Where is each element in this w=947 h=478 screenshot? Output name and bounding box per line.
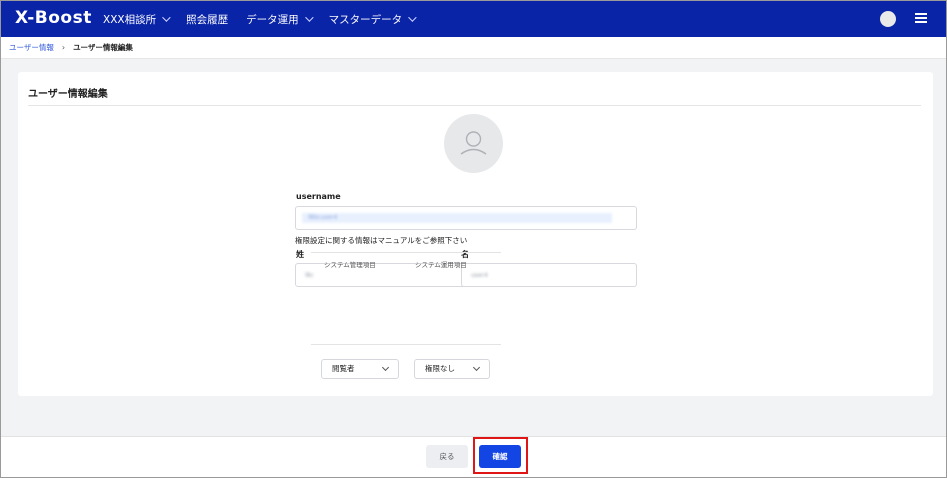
edit-user-card: ユーザー情報編集 username l8bcuser4 姓 l8c 名 user… [18, 72, 933, 396]
system-ops-role-value: 権限なし [425, 364, 455, 373]
chevron-down-icon [381, 363, 390, 372]
username-value: l8bcuser4 [302, 213, 612, 223]
form-footer: 戻る 確認 [1, 436, 946, 477]
top-navigation-bar: X-Boost XXX相談所 照会履歴 データ運用 マスターデータ [1, 1, 946, 37]
divider [28, 105, 921, 106]
nav-item-data-operations[interactable]: データ運用 [246, 12, 314, 27]
nav-item-consultation-office[interactable]: XXX相談所 [103, 12, 171, 27]
nav-item-master-data[interactable]: マスターデータ [328, 12, 417, 27]
divider [311, 344, 501, 345]
app-logo[interactable]: X-Boost [15, 8, 92, 28]
nav-label: XXX相談所 [103, 13, 157, 26]
username-field[interactable]: l8bcuser4 [295, 206, 637, 230]
chevron-down-icon [472, 363, 481, 372]
last-name-value: l8c [305, 272, 314, 279]
nav-label: 照会履歴 [186, 13, 229, 26]
chevron-right-icon: › [61, 43, 66, 52]
divider [311, 252, 501, 253]
username-label: username [296, 192, 341, 201]
nav-label: データ運用 [246, 13, 299, 26]
back-button[interactable]: 戻る [426, 445, 468, 468]
breadcrumb-current: ユーザー情報編集 [73, 43, 133, 52]
hamburger-menu-icon[interactable] [915, 13, 927, 23]
avatar[interactable] [444, 114, 503, 173]
system-admin-role-select[interactable]: 閲覧者 [321, 359, 399, 379]
user-avatar-icon[interactable] [880, 11, 896, 27]
app-frame: X-Boost XXX相談所 照会履歴 データ運用 マスターデータ ユーザー情報 [0, 0, 947, 478]
first-name-value: user4 [471, 272, 488, 279]
breadcrumb-user-info-link[interactable]: ユーザー情報 [9, 42, 54, 53]
system-ops-role-select[interactable]: 権限なし [414, 359, 490, 379]
confirm-button[interactable]: 確認 [479, 445, 521, 468]
column-header-system-ops: システム運用項目 [415, 261, 467, 269]
nav-item-inquiry-history[interactable]: 照会履歴 [186, 12, 228, 27]
user-silhouette-icon [460, 131, 487, 155]
column-header-system-admin: システム管理項目 [324, 261, 376, 269]
breadcrumb: ユーザー情報 › ユーザー情報編集 [1, 37, 946, 59]
chevron-down-icon [304, 13, 314, 22]
system-admin-role-value: 閲覧者 [332, 364, 355, 373]
page-title: ユーザー情報編集 [28, 89, 108, 100]
chevron-down-icon [162, 13, 171, 22]
first-name-field[interactable]: user4 [461, 263, 637, 287]
nav-label: マスターデータ [328, 13, 403, 26]
last-name-label: 姓 [296, 250, 304, 259]
permissions-note: 権限設定に関する情報はマニュアルをご参照下さい [295, 236, 468, 245]
main-nav: XXX相談所 照会履歴 データ運用 マスターデータ [103, 1, 432, 37]
chevron-down-icon [408, 13, 417, 22]
